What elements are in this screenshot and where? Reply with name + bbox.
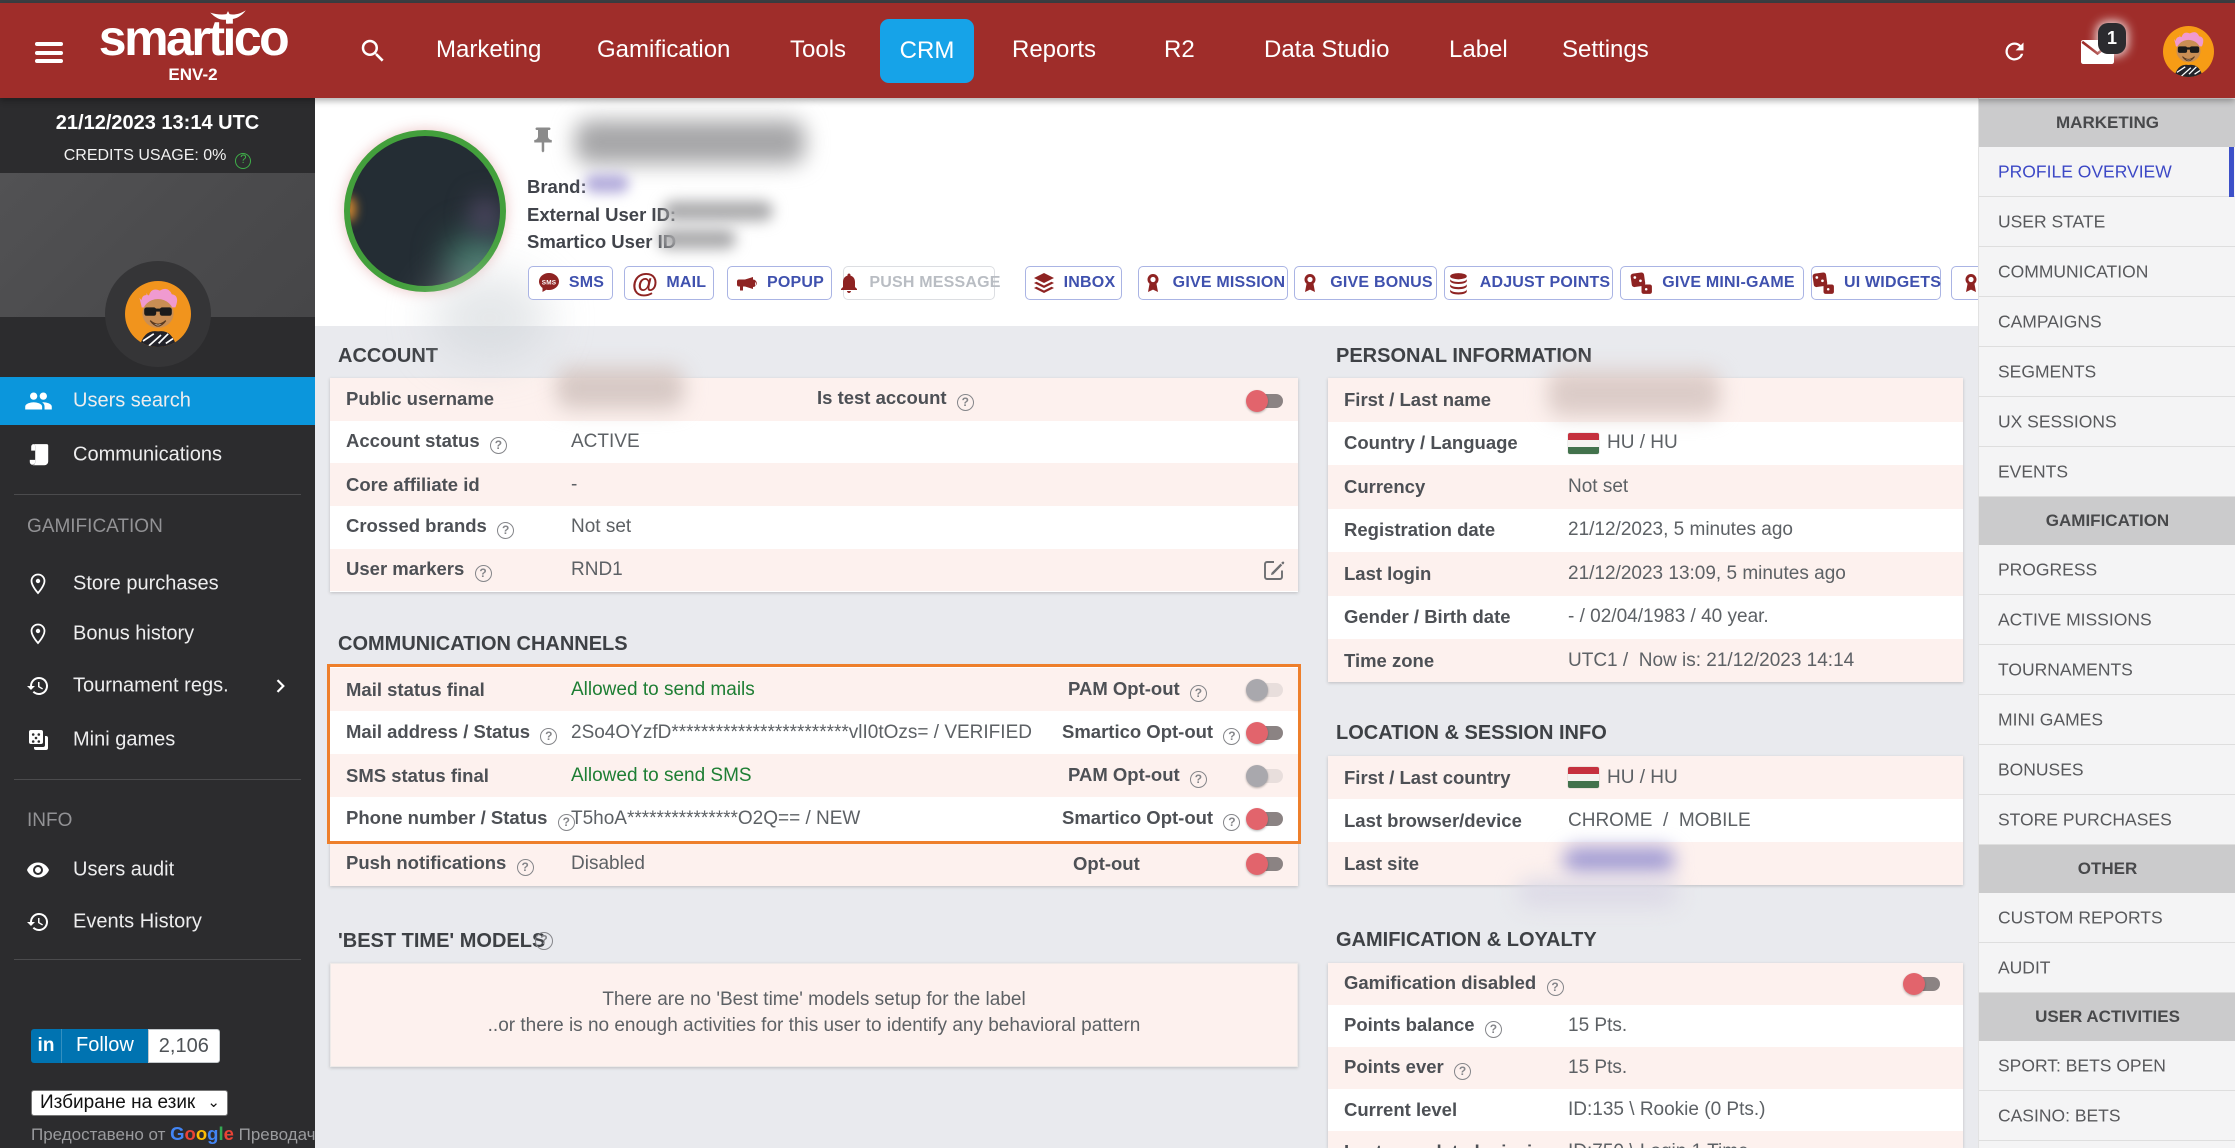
svg-text:SMS: SMS <box>542 280 557 287</box>
